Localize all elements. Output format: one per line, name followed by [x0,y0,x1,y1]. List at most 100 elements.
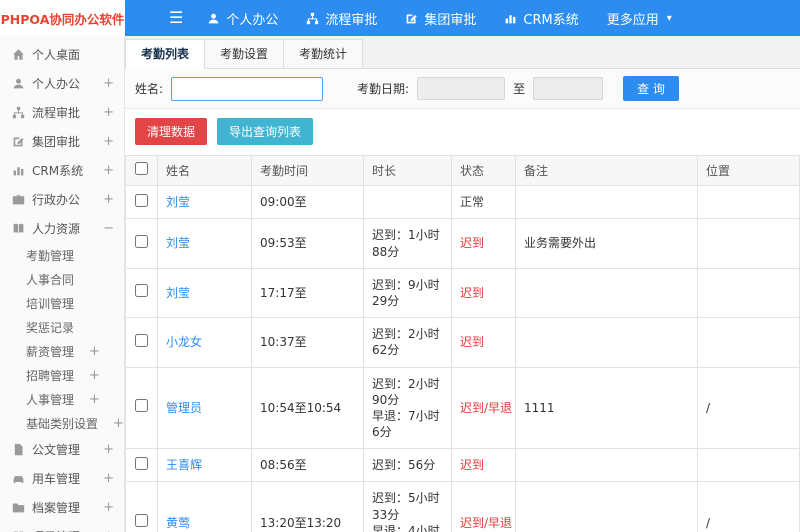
topnav-item[interactable]: 个人办公 [207,9,278,28]
employee-name-link[interactable]: 小龙女 [166,335,202,349]
employee-name-link[interactable]: 刘莹 [166,236,190,250]
clean-data-button[interactable]: 清理数据 [135,118,208,145]
duration: 迟到：1小时88分 [363,218,452,269]
expand-icon[interactable]: + [103,501,114,514]
date-to-input[interactable] [533,77,604,100]
row-checkbox-cell [125,366,158,450]
remark [515,448,698,483]
topnav-item[interactable]: 集团审批 [405,9,476,28]
employee-name-link[interactable]: 刘莹 [166,195,190,209]
employee-name-cell: 刘莹 [157,218,252,269]
topnav-item[interactable]: 流程审批 [306,9,377,28]
sidebar-item[interactable]: 用车管理 + [0,464,124,493]
edit-icon [12,135,25,148]
sidebar-item-label: 档案管理 [32,501,81,515]
attendance-table-wrap: 姓名 考勤时间 时长 状态 备注 位置 刘莹 09:00至 正常 刘莹 09:53至 迟到：1小时8… [125,155,800,532]
row-checkbox[interactable] [135,234,148,248]
status-text: 迟到 [460,458,485,473]
duration: 迟到：5小时33分 早退：4小时67分 [363,481,452,532]
column-header: 考勤时间 [251,155,364,187]
sidebar-item[interactable]: 行政办公 + [0,185,124,214]
select-all-checkbox[interactable] [135,162,148,175]
car-icon [12,472,25,485]
sidebar-item[interactable]: 招聘管理 + [0,363,124,387]
sidebar-item[interactable]: 培训管理 [0,291,124,315]
chart-icon [504,12,517,25]
home-icon [12,48,25,61]
employee-name-link[interactable]: 黄莺 [166,516,190,530]
row-checkbox[interactable] [135,514,148,528]
expand-icon[interactable]: + [103,193,114,206]
sidebar-item[interactable]: 人力资源 − [0,214,124,243]
row-checkbox-cell [125,481,158,532]
attendance-time: 10:54至10:54 [251,366,364,450]
attendance-table: 姓名 考勤时间 时长 状态 备注 位置 刘莹 09:00至 正常 刘莹 09:53至 迟到：1小时8… [125,155,800,532]
employee-name-link[interactable]: 管理员 [166,401,202,415]
expand-icon[interactable]: + [113,417,124,430]
tab[interactable]: 考勤列表 [125,39,206,69]
sidebar-item[interactable]: 集团审批 + [0,127,124,156]
sidebar-item-label: 薪资管理 [26,344,75,359]
hamburger-icon[interactable]: ☰ [169,10,183,26]
topnav-item[interactable]: CRM系统 [504,9,579,28]
row-checkbox[interactable] [135,193,148,207]
status-text: 正常 [460,195,485,210]
expand-icon[interactable]: + [89,393,100,406]
status-text: 迟到 [460,236,485,251]
sidebar-item[interactable]: 个人桌面 [0,40,124,69]
sidebar-item[interactable]: CRM系统 + [0,156,124,185]
top-nav: 个人办公 流程审批 集团审批 CRM系统 更多应用 ▾ [207,9,672,28]
search-button[interactable]: 查 询 [623,76,679,101]
expand-icon[interactable]: + [103,135,114,148]
name-filter-input[interactable] [171,76,324,101]
tab[interactable]: 考勤设置 [204,39,285,68]
name-filter-label: 姓名: [135,82,164,96]
expand-icon[interactable]: + [89,369,100,382]
expand-icon[interactable]: + [103,77,114,90]
employee-name-link[interactable]: 刘莹 [166,286,190,300]
duration: 迟到：2小时62分 [363,317,452,368]
status-text: 迟到/早退 [460,515,513,530]
sidebar-item-label: 人事合同 [26,272,75,287]
sidebar-item-label: 行政办公 [32,193,81,207]
sidebar-item[interactable]: 人事管理 + [0,387,124,411]
expand-icon[interactable]: + [103,164,114,177]
row-checkbox-cell [125,185,158,220]
expand-icon[interactable]: + [103,443,114,456]
status-text: 迟到 [460,285,485,300]
sidebar-item[interactable]: 项目管理+ [0,522,124,532]
row-checkbox[interactable] [135,284,148,298]
expand-icon[interactable]: + [103,106,114,119]
sidebar-item[interactable]: 考勤管理 [0,243,124,267]
employee-name-link[interactable]: 王喜辉 [166,458,202,472]
status-cell: 迟到/早退 [451,481,516,532]
topnav-item-label: 个人办公 [226,12,279,28]
row-checkbox[interactable] [135,333,148,347]
expand-icon[interactable]: + [103,472,114,485]
duration [363,185,452,220]
table-row: 管理员 10:54至10:54 迟到：2小时90分 早退：7小时6分 迟到/早退 111… [125,366,800,450]
sidebar-item[interactable]: 档案管理 + [0,493,124,522]
date-from-input[interactable] [417,77,506,100]
employee-name-cell: 小龙女 [157,317,252,368]
topnav-item[interactable]: 更多应用 ▾ [607,9,672,28]
sidebar-item[interactable]: 人事合同 [0,267,124,291]
location [697,317,800,368]
sidebar-item[interactable]: 薪资管理 + [0,339,124,363]
export-list-button[interactable]: 导出查询列表 [217,118,314,145]
sidebar-item-label: 流程审批 [32,106,81,120]
sidebar-item[interactable]: 流程审批 + [0,98,124,127]
sidebar-item[interactable]: 公文管理 + [0,435,124,464]
app-logo[interactable]: PHPOA协同办公软件 [0,0,125,36]
tab[interactable]: 考勤统计 [283,39,364,68]
sidebar-item[interactable]: 基础类别设置 + [0,411,124,435]
sidebar-item[interactable]: 奖惩记录 [0,315,124,339]
collapse-icon[interactable]: − [103,222,114,235]
row-checkbox[interactable] [135,456,148,470]
table-row: 刘莹 09:00至 正常 [125,185,800,220]
expand-icon[interactable]: + [89,345,100,358]
row-checkbox[interactable] [135,399,148,413]
attendance-time: 10:37至 [251,317,364,368]
sidebar-item-label: 公文管理 [32,443,81,457]
sidebar-item[interactable]: 个人办公 + [0,69,124,98]
